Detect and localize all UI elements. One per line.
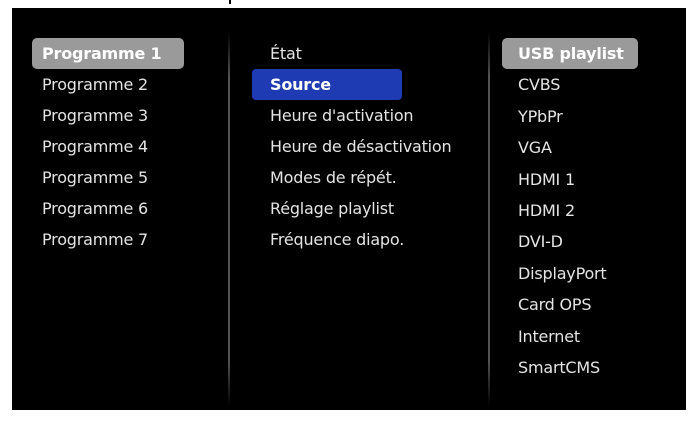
source-list: USB playlist CVBS YPbPr VGA HDMI 1 HDMI … (502, 38, 642, 383)
top-tick-mark (229, 0, 231, 4)
menu-item-etat[interactable]: État (252, 38, 452, 69)
source-item-hdmi-1[interactable]: HDMI 1 (502, 164, 642, 195)
source-item-cvbs[interactable]: CVBS (502, 69, 642, 100)
menu-item-frequence-diapo[interactable]: Fréquence diapo. (252, 224, 452, 255)
programme-list: Programme 1 Programme 2 Programme 3 Prog… (32, 38, 184, 255)
programme-item-7[interactable]: Programme 7 (32, 224, 182, 255)
settings-menu-list: État Source Heure d'activation Heure de … (252, 38, 452, 255)
menu-item-source[interactable]: Source (252, 69, 402, 100)
source-item-smartcms[interactable]: SmartCMS (502, 352, 642, 383)
programme-item-6[interactable]: Programme 6 (32, 193, 182, 224)
source-item-hdmi-2[interactable]: HDMI 2 (502, 195, 642, 226)
menu-item-reglage-playlist[interactable]: Réglage playlist (252, 193, 452, 224)
programme-item-2[interactable]: Programme 2 (32, 69, 182, 100)
menu-item-heure-activation[interactable]: Heure d'activation (252, 100, 452, 131)
programme-item-4[interactable]: Programme 4 (32, 131, 182, 162)
source-item-card-ops[interactable]: Card OPS (502, 289, 642, 320)
source-item-ypbpr[interactable]: YPbPr (502, 101, 642, 132)
source-item-displayport[interactable]: DisplayPort (502, 258, 642, 289)
programme-item-1[interactable]: Programme 1 (32, 38, 184, 69)
programme-item-3[interactable]: Programme 3 (32, 100, 182, 131)
column-divider-right (488, 32, 490, 406)
column-divider-left (228, 32, 230, 406)
menu-item-heure-desactivation[interactable]: Heure de désactivation (252, 131, 452, 162)
menu-item-modes-repet[interactable]: Modes de répét. (252, 162, 452, 193)
source-item-vga[interactable]: VGA (502, 132, 642, 163)
source-item-usb-playlist[interactable]: USB playlist (502, 38, 638, 70)
source-item-dvi-d[interactable]: DVI-D (502, 226, 642, 257)
programme-item-5[interactable]: Programme 5 (32, 162, 182, 193)
source-item-internet[interactable]: Internet (502, 321, 642, 352)
osd-menu-screen: Programme 1 Programme 2 Programme 3 Prog… (12, 8, 686, 410)
